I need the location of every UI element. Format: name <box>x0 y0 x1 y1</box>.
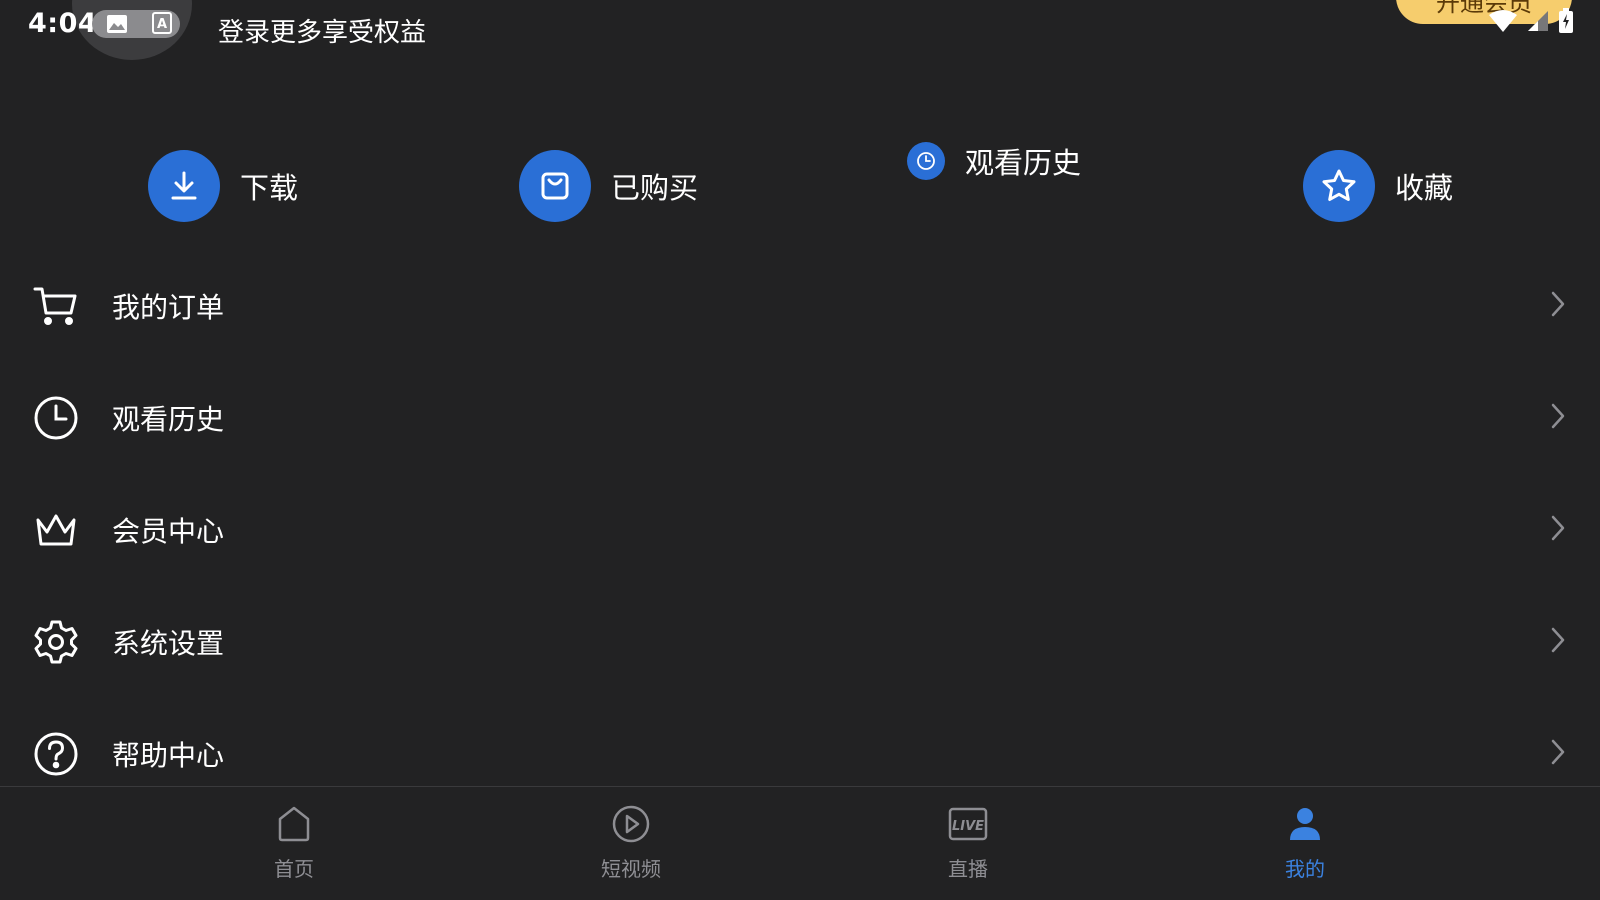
nav-label: 首页 <box>274 857 314 881</box>
quick-actions: 下载 已购买 观看历史 收藏 <box>0 140 1600 240</box>
signal-icon <box>1526 9 1550 37</box>
menu-item-label: 系统设置 <box>112 627 225 660</box>
chevron-right-icon <box>1550 626 1566 658</box>
image-icon <box>106 14 128 38</box>
quick-action-label: 收藏 <box>1395 171 1454 205</box>
cart-icon <box>32 282 80 330</box>
nav-tab-short-video[interactable]: 短视频 <box>551 787 711 900</box>
help-icon <box>32 730 80 778</box>
profile-screen: 4:04 A 登录更多享受权益 开通会员 下载 已购买 观看历史 收藏 我的订单… <box>0 0 1600 900</box>
menu-list: 我的订单 观看历史 会员中心 系统设置 帮助中心 <box>0 250 1600 810</box>
quick-action-label: 下载 <box>240 171 299 205</box>
nav-label: 直播 <box>948 857 988 881</box>
menu-item-label: 会员中心 <box>112 515 225 548</box>
nav-tab-mine[interactable]: 我的 <box>1225 787 1385 900</box>
menu-item-settings[interactable]: 系统设置 <box>0 586 1600 698</box>
home-icon <box>276 803 312 845</box>
menu-item-vip-center[interactable]: 会员中心 <box>0 474 1600 586</box>
nav-label: 我的 <box>1285 857 1325 881</box>
menu-item-label: 我的订单 <box>112 291 225 324</box>
star-icon <box>1303 150 1375 222</box>
chevron-right-icon <box>1550 738 1566 770</box>
quick-action-history[interactable]: 观看历史 <box>907 140 1081 182</box>
svg-text:A: A <box>157 17 167 32</box>
login-prompt[interactable]: 登录更多享受权益 <box>218 12 426 49</box>
menu-item-label: 帮助中心 <box>112 739 225 772</box>
quick-action-favorites[interactable]: 收藏 <box>1303 150 1453 222</box>
nav-tab-home[interactable]: 首页 <box>214 787 374 900</box>
chevron-right-icon <box>1550 514 1566 546</box>
gear-icon <box>32 618 80 666</box>
clock-icon <box>32 394 80 442</box>
profile-icon <box>1288 803 1322 845</box>
menu-item-label: 观看历史 <box>112 403 225 436</box>
nav-label: 短视频 <box>601 857 661 881</box>
bottom-nav: 首页 短视频 LIVE 直播 我的 <box>0 786 1600 900</box>
live-icon: LIVE <box>947 803 989 845</box>
svg-text:LIVE: LIVE <box>952 819 984 834</box>
quick-action-download[interactable]: 下载 <box>148 150 298 222</box>
nav-tab-live[interactable]: LIVE 直播 <box>888 787 1048 900</box>
download-icon <box>148 150 220 222</box>
quick-action-purchased[interactable]: 已购买 <box>519 150 698 222</box>
status-bar: 4:04 A 登录更多享受权益 开通会员 <box>0 0 1600 60</box>
text-a-icon: A <box>152 12 172 38</box>
chevron-right-icon <box>1550 402 1566 434</box>
clock-icon <box>907 142 945 180</box>
quick-action-label: 已购买 <box>611 171 699 205</box>
crown-icon <box>32 506 80 554</box>
chevron-right-icon <box>1550 290 1566 322</box>
notification-chip: A <box>92 10 180 38</box>
play-icon <box>611 803 651 845</box>
quick-action-label: 观看历史 <box>965 146 1082 180</box>
bag-icon <box>519 150 591 222</box>
status-time: 4:04 <box>28 8 98 39</box>
wifi-icon <box>1488 9 1518 37</box>
battery-icon <box>1558 8 1574 38</box>
status-icons <box>1488 8 1574 38</box>
menu-item-history[interactable]: 观看历史 <box>0 362 1600 474</box>
menu-item-orders[interactable]: 我的订单 <box>0 250 1600 362</box>
